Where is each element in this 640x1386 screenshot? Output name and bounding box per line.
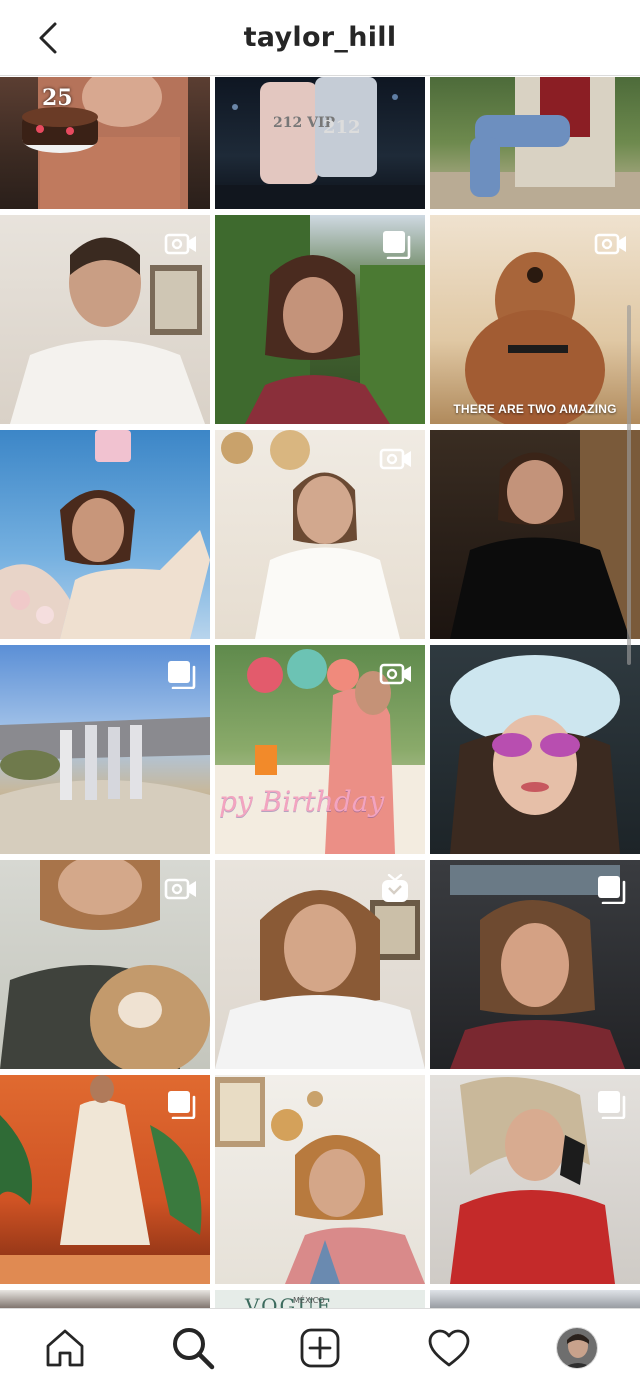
video-camera-icon <box>594 233 626 255</box>
top-bar: taylor_hill <box>0 0 640 76</box>
post-video-white-shirt[interactable] <box>0 215 210 424</box>
perfume-label-2: 212 <box>323 117 361 138</box>
post-car-portrait[interactable] <box>430 860 640 1069</box>
perfume-photo <box>215 77 425 209</box>
scrollbar[interactable] <box>627 305 631 665</box>
post-partial-1[interactable] <box>0 1290 210 1308</box>
avatar <box>556 1327 598 1369</box>
tab-search[interactable] <box>170 1325 216 1371</box>
carousel-icon <box>168 661 196 689</box>
tab-new-post[interactable] <box>297 1325 343 1371</box>
search-icon <box>173 1328 215 1370</box>
black-outfit-photo <box>450 430 640 639</box>
post-dog-video[interactable]: THERE ARE TWO AMAZING <box>430 215 640 424</box>
video-camera-icon <box>164 878 196 900</box>
carousel-icon <box>168 1091 196 1119</box>
post-video-sweater[interactable] <box>215 430 425 639</box>
vogue-edition: MÉXICO <box>293 1296 325 1305</box>
profile-avatar-photo <box>557 1328 597 1368</box>
post-runway-dress[interactable] <box>0 1075 210 1284</box>
video-camera-icon <box>379 663 411 685</box>
post-birthday-party[interactable]: py Birthday <box>215 645 425 854</box>
garden-photo <box>430 77 640 209</box>
birthday-cake-photo <box>22 77 188 209</box>
post-striped-top[interactable] <box>215 1075 425 1284</box>
post-perfume[interactable]: 212 VIP 212 <box>215 77 425 209</box>
post-partial-3[interactable] <box>430 1290 640 1308</box>
striped-top-photo <box>215 1077 425 1284</box>
birthday-banner-text: py Birthday <box>219 785 385 818</box>
back-button[interactable] <box>30 20 66 56</box>
post-dog-selfie[interactable] <box>0 860 210 1069</box>
plus-square-icon <box>300 1328 340 1368</box>
post-headscarf-phone[interactable] <box>430 1075 640 1284</box>
video-caption: THERE ARE TWO AMAZING <box>453 402 617 416</box>
home-icon <box>46 1329 84 1367</box>
carousel-icon <box>383 231 411 259</box>
tab-activity[interactable] <box>426 1325 472 1371</box>
child-sunglasses-photo <box>450 655 620 854</box>
sky-portrait-photo <box>0 430 210 639</box>
igtv-icon <box>382 874 408 902</box>
post-chair-garden[interactable] <box>430 77 640 209</box>
tab-profile[interactable] <box>554 1325 600 1371</box>
post-perfume-sky[interactable] <box>0 430 210 639</box>
post-desert-group[interactable] <box>0 645 210 854</box>
bottom-tab-bar <box>0 1308 640 1386</box>
page-title: taylor_hill <box>243 22 397 53</box>
cake-topper-text: 25 <box>42 85 73 111</box>
post-black-outfit[interactable] <box>430 430 640 639</box>
carousel-icon <box>598 876 626 904</box>
post-vogue-mexico[interactable]: VOGUE MÉXICO <box>215 1290 425 1308</box>
post-child-sunglasses[interactable] <box>430 645 640 854</box>
heart-icon <box>428 1329 470 1367</box>
tab-home[interactable] <box>42 1325 88 1371</box>
chevron-left-icon <box>39 22 57 54</box>
video-camera-icon <box>379 448 411 470</box>
video-camera-icon <box>164 233 196 255</box>
post-hedge-portrait[interactable] <box>215 215 425 424</box>
post-igtv-striped-shirt[interactable] <box>215 860 425 1069</box>
post-birthday-cake[interactable]: 25 <box>0 77 210 209</box>
explore-grid: 25 212 VIP 212 THERE ARE TWO AMAZING py … <box>0 77 640 1308</box>
carousel-icon <box>598 1091 626 1119</box>
